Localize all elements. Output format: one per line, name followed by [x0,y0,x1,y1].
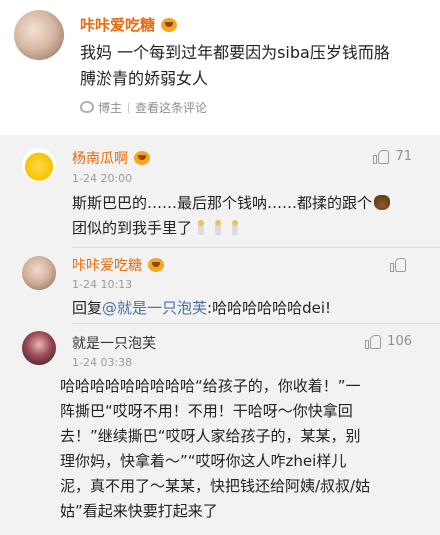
post-meta: 博主 查看这条评论 [80,99,207,116]
like-button[interactable]: 71 [373,149,412,164]
smiley-face-icon [134,151,150,165]
comment-text-line: 哈哈哈哈哈哈哈哈哈“给孩子的，你收着！”一 [60,377,361,395]
post-author[interactable]: 咔咔爱吃糖 [80,14,178,35]
comment-author-name[interactable]: 杨南瓜啊 [72,151,128,167]
divider [72,323,440,324]
mention-link[interactable]: @就是一只泡芙 [102,299,207,317]
comment-text-line: 泥，真不用了～某某，快把钱还给阿姨/叔叔/姑 [60,477,371,495]
comment-author[interactable]: 就是一只泡芙 [72,333,156,353]
comment-text-segment: 团似的到我手里了 [72,219,193,237]
comment-author[interactable]: 杨南瓜啊 [72,148,150,168]
candle-emoji-icon [194,220,207,235]
avatar[interactable] [22,331,56,365]
like-button[interactable] [390,257,412,272]
weibo-icon [80,101,94,113]
smiley-face-icon [161,18,178,32]
comment-text-line: 斯斯巴巴的……最后那个钱呐……都揉的跟个 [72,191,432,216]
like-count: 106 [387,334,412,349]
avatar[interactable] [22,148,56,182]
comment-item: 咔咔爱吃糖 1-24 10:13 回复@就是一只泡芙:哈哈哈哈哈哈dei! [0,251,440,329]
post-source: 博主 [98,101,123,115]
like-button[interactable]: 106 [365,334,412,349]
comment-text-line: 姑”看起来快要打起来了 [60,502,218,520]
comment-item: 就是一只泡芙 1-24 03:38 106 哈哈哈哈哈哈哈哈哈“给孩子的，你收着… [0,328,440,533]
candle-emoji-icon [211,220,224,235]
poop-emoji-icon [374,195,391,210]
comment-list: 杨南瓜啊 1-24 20:00 71 斯斯巴巴的……最后那个钱呐……都揉的跟个 … [0,135,440,535]
thumbs-up-icon [390,257,406,272]
reply-content: :哈哈哈哈哈哈dei! [207,299,332,317]
comment-time: 1-24 10:13 [72,278,133,291]
post-content-line: 我妈 一个每到过年都要因为siba压岁钱而胳 [80,43,390,62]
comment-text-line: 去！”继续撕巴“哎呀人家给孩子的，某某，别 [60,427,361,445]
candle-emoji-icon [228,220,241,235]
comment-time: 1-24 03:38 [72,356,133,369]
divider [72,247,440,248]
post-author-name[interactable]: 咔咔爱吃糖 [80,16,155,34]
comment-text-segment: 斯斯巴巴的……最后那个钱呐……都揉的跟个 [72,194,373,212]
reply-prefix: 回复 [72,299,103,317]
comment-author[interactable]: 咔咔爱吃糖 [72,255,164,275]
thumbs-up-icon [373,149,390,164]
comment-time: 1-24 20:00 [72,172,133,185]
comment-text-line: 阵撕巴“哎呀不用！不用！干哈呀～你快拿回 [60,402,353,420]
view-comment-link[interactable]: 查看这条评论 [135,101,207,115]
smiley-face-icon [148,258,164,272]
comment-text: 哈哈哈哈哈哈哈哈哈“给孩子的，你收着！”一 阵撕巴“哎呀不用！不用！干哈呀～你快… [60,374,432,524]
comment-author-name[interactable]: 咔咔爱吃糖 [72,258,142,274]
weibo-comment-screen: 咔咔爱吃糖 我妈 一个每到过年都要因为siba压岁钱而胳 膊淤青的娇弱女人 博主… [0,0,440,535]
thumbs-up-icon [365,334,382,349]
avatar[interactable] [14,10,64,60]
post-content: 我妈 一个每到过年都要因为siba压岁钱而胳 膊淤青的娇弱女人 [80,40,425,92]
comment-text-line: 团似的到我手里了 [72,216,432,241]
post-content-line: 膊淤青的娇弱女人 [80,69,209,88]
original-post: 咔咔爱吃糖 我妈 一个每到过年都要因为siba压岁钱而胳 膊淤青的娇弱女人 博主… [0,0,440,135]
avatar[interactable] [22,256,56,290]
divider [128,103,130,113]
comment-text-line: 理你妈，快拿着～”“哎呀你这人咋zhei样儿 [60,452,347,470]
comment-text: 斯斯巴巴的……最后那个钱呐……都揉的跟个 团似的到我手里了 [72,191,432,241]
like-count: 71 [395,149,412,164]
reply-text: 回复@就是一只泡芙:哈哈哈哈哈哈dei! [72,296,432,321]
comment-item: 杨南瓜啊 1-24 20:00 71 斯斯巴巴的……最后那个钱呐……都揉的跟个 … [0,143,440,253]
